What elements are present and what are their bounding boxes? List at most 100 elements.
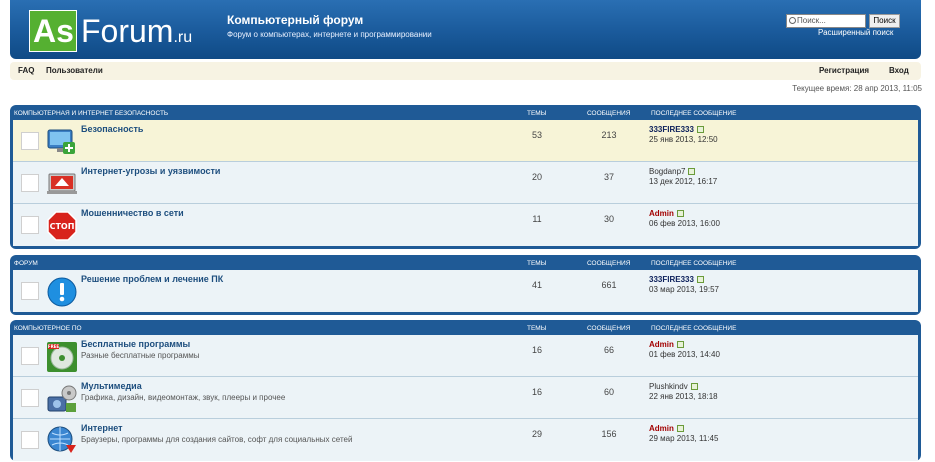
category-header: Форум Темы Сообщения Последнее сообщение bbox=[13, 255, 918, 270]
site-title: Компьютерный форум bbox=[227, 13, 364, 27]
forum-title[interactable]: Мошенничество в сети bbox=[81, 208, 184, 218]
category-title[interactable]: Компьютерная и интернет безопасность bbox=[14, 110, 168, 117]
go-to-post-icon[interactable] bbox=[676, 341, 684, 348]
info-exclamation-icon bbox=[47, 277, 77, 307]
users-link[interactable]: Пользователи bbox=[46, 66, 103, 75]
topics-count: 20 bbox=[531, 172, 542, 182]
topics-count: 53 bbox=[531, 130, 542, 140]
go-to-post-icon[interactable] bbox=[676, 210, 684, 217]
category-header: Компьютерное ПО Темы Сообщения Последнее… bbox=[13, 320, 918, 335]
posts-count: 213 bbox=[601, 130, 617, 140]
forum-row: Интернет Браузеры, программы для создани… bbox=[13, 419, 918, 461]
posts-count: 156 bbox=[601, 429, 617, 439]
posts-count: 37 bbox=[603, 172, 614, 182]
last-post-username[interactable]: Admin bbox=[649, 424, 674, 433]
site-header: As Forum.ru Компьютерный форум Форум о к… bbox=[10, 0, 921, 59]
last-post-date: 25 янв 2013, 12:50 bbox=[649, 135, 718, 144]
forum-read-status bbox=[21, 282, 39, 300]
search-input[interactable]: Поиск... bbox=[786, 14, 866, 28]
last-post-username[interactable]: Admin bbox=[649, 340, 674, 349]
last-post-date: 22 янв 2013, 18:18 bbox=[649, 392, 718, 401]
site-logo[interactable]: As Forum.ru bbox=[29, 10, 211, 52]
topics-count: 41 bbox=[531, 280, 542, 290]
last-post-user: Admin bbox=[649, 209, 684, 218]
forum-title[interactable]: Бесплатные программы bbox=[81, 339, 190, 349]
stop-sign-icon: СТОП bbox=[47, 211, 77, 241]
forum-read-status bbox=[21, 216, 39, 234]
last-post-date: 01 фев 2013, 14:40 bbox=[649, 350, 720, 359]
logo-ru-suffix: .ru bbox=[173, 29, 193, 46]
posts-count: 661 bbox=[601, 280, 617, 290]
globe-download-icon bbox=[47, 426, 76, 453]
last-post-username[interactable]: Plushkindv bbox=[649, 382, 688, 391]
last-post-date: 29 мар 2013, 11:45 bbox=[649, 434, 719, 443]
current-time: Текущее время: 28 апр 2013, 11:05 bbox=[792, 84, 922, 93]
category-panel-software: Компьютерное ПО Темы Сообщения Последнее… bbox=[10, 320, 921, 461]
category-panel-forum: Форум Темы Сообщения Последнее сообщение… bbox=[10, 255, 921, 315]
last-post-username[interactable]: 333FIRE333 bbox=[649, 275, 694, 284]
last-post-date: 13 дек 2012, 16:17 bbox=[649, 177, 718, 186]
forum-row: FREE Бесплатные программы Разные бесплат… bbox=[13, 335, 918, 377]
svg-text:FREE: FREE bbox=[48, 344, 60, 349]
forum-row: Безопасность 53 213 333FIRE333 25 янв 20… bbox=[13, 120, 918, 162]
forum-description: Браузеры, программы для создания сайтов,… bbox=[81, 435, 353, 444]
forum-title[interactable]: Интернет bbox=[81, 423, 123, 433]
last-post-user: Bogdanp7 bbox=[649, 167, 696, 176]
col-topics: Темы bbox=[527, 110, 547, 117]
category-title[interactable]: Компьютерное ПО bbox=[14, 325, 82, 332]
last-post-user: 333FIRE333 bbox=[649, 125, 704, 134]
forum-row: Решение проблем и лечение ПК 41 661 333F… bbox=[13, 270, 918, 312]
topics-count: 16 bbox=[531, 387, 542, 397]
forum-title[interactable]: Интернет-угрозы и уязвимости bbox=[81, 166, 220, 176]
col-posts: Сообщения bbox=[587, 110, 631, 117]
topics-count: 16 bbox=[531, 345, 542, 355]
last-post-user: Admin bbox=[649, 424, 684, 433]
multimedia-icon bbox=[47, 385, 77, 412]
forum-title[interactable]: Решение проблем и лечение ПК bbox=[81, 274, 223, 284]
go-to-post-icon[interactable] bbox=[696, 126, 704, 133]
col-posts: Сообщения bbox=[587, 325, 631, 332]
last-post-username[interactable]: Admin bbox=[649, 209, 674, 218]
go-to-post-icon[interactable] bbox=[688, 168, 696, 175]
col-last-post: Последнее сообщение bbox=[651, 110, 737, 117]
forum-read-status bbox=[21, 347, 39, 365]
forum-row: Интернет-угрозы и уязвимости 20 37 Bogda… bbox=[13, 162, 918, 204]
forum-row: СТОП Мошенничество в сети 11 30 Admin 06… bbox=[13, 204, 918, 246]
logo-forum-word: Forum bbox=[81, 13, 174, 49]
forum-title[interactable]: Безопасность bbox=[81, 124, 143, 134]
forum-title[interactable]: Мультимедиа bbox=[81, 381, 142, 391]
category-title[interactable]: Форум bbox=[14, 260, 38, 267]
faq-link[interactable]: FAQ bbox=[18, 66, 34, 75]
search-button[interactable]: Поиск bbox=[869, 14, 900, 28]
go-to-post-icon[interactable] bbox=[690, 383, 698, 390]
go-to-post-icon[interactable] bbox=[676, 425, 684, 432]
forum-read-status bbox=[21, 132, 39, 150]
laptop-warning-icon bbox=[47, 173, 77, 194]
free-cd-icon: FREE bbox=[47, 342, 77, 372]
col-last-post: Последнее сообщение bbox=[651, 260, 737, 267]
advanced-search-link[interactable]: Расширенный поиск bbox=[818, 28, 893, 37]
last-post-user: Admin bbox=[649, 340, 684, 349]
site-description: Форум о компьютерах, интернете и програм… bbox=[227, 30, 432, 39]
last-post-username[interactable]: Bogdanp7 bbox=[649, 167, 685, 176]
last-post-date: 06 фев 2013, 16:00 bbox=[649, 219, 720, 228]
forum-read-status bbox=[21, 389, 39, 407]
topics-count: 11 bbox=[532, 214, 542, 224]
login-link[interactable]: Вход bbox=[889, 66, 909, 75]
last-post-username[interactable]: 333FIRE333 bbox=[649, 125, 694, 134]
navbar: FAQ Пользователи Регистрация Вход bbox=[10, 62, 921, 80]
forum-description: Разные бесплатные программы bbox=[81, 351, 200, 360]
forum-row: Мультимедиа Графика, дизайн, видеомонтаж… bbox=[13, 377, 918, 419]
forum-description: Графика, дизайн, видеомонтаж, звук, плее… bbox=[81, 393, 286, 402]
register-link[interactable]: Регистрация bbox=[819, 66, 869, 75]
logo-as-text: As bbox=[29, 10, 77, 52]
logo-forum-text: Forum.ru bbox=[81, 10, 192, 59]
topics-count: 29 bbox=[531, 429, 542, 439]
go-to-post-icon[interactable] bbox=[696, 276, 704, 283]
col-posts: Сообщения bbox=[587, 260, 631, 267]
col-topics: Темы bbox=[527, 325, 547, 332]
posts-count: 30 bbox=[603, 214, 614, 224]
svg-text:СТОП: СТОП bbox=[50, 222, 75, 231]
posts-count: 60 bbox=[603, 387, 614, 397]
forum-read-status bbox=[21, 431, 39, 449]
